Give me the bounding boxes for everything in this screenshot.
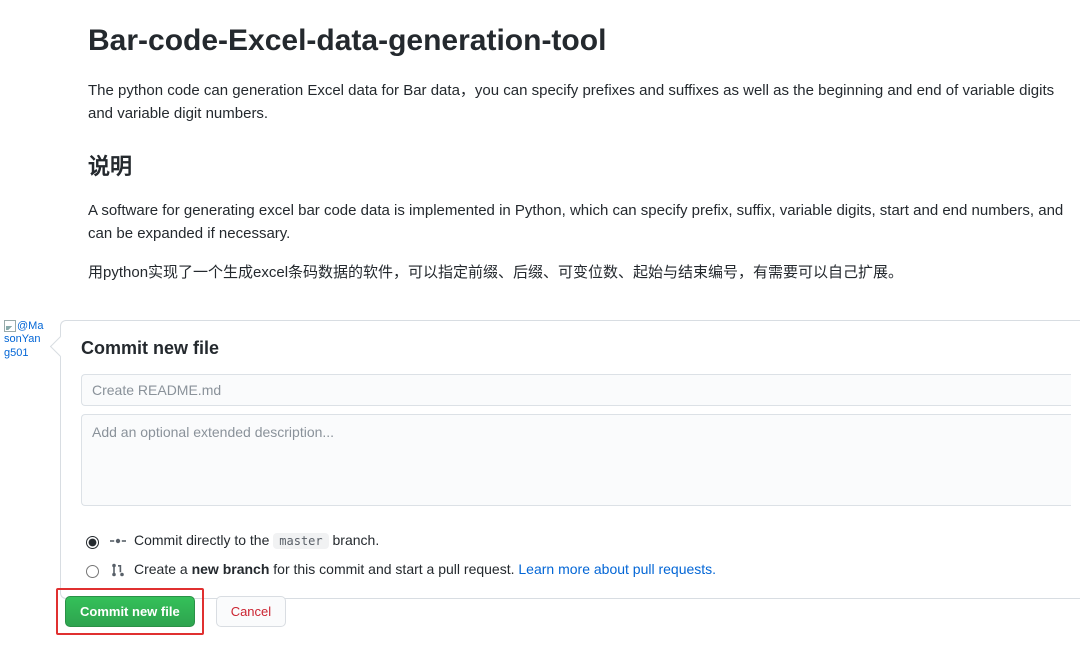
commit-description-input[interactable] — [81, 414, 1071, 506]
git-pull-request-icon — [110, 562, 126, 578]
commit-direct-label: Commit directly to the master branch. — [134, 530, 379, 551]
commit-form: Commit new file Commit directly to the m… — [60, 320, 1080, 599]
commit-heading: Commit new file — [81, 335, 1080, 362]
readme-title: Bar-code-Excel-data-generation-tool — [88, 18, 1070, 63]
commit-direct-option[interactable]: Commit directly to the master branch. — [81, 526, 1080, 555]
git-commit-icon — [110, 533, 126, 549]
avatar: @MasonYang501 — [4, 320, 46, 372]
commit-new-file-button[interactable]: Commit new file — [65, 596, 195, 627]
readme-heading-cn: 说明 — [88, 150, 1070, 183]
commit-direct-radio[interactable] — [86, 536, 99, 549]
branch-name-tag: master — [273, 533, 328, 549]
readme-intro: The python code can generation Excel dat… — [88, 79, 1070, 126]
highlight-annotation: Commit new file — [56, 588, 204, 635]
commit-newbranch-radio[interactable] — [86, 565, 99, 578]
cancel-button[interactable]: Cancel — [216, 596, 286, 627]
commit-summary-input[interactable] — [81, 374, 1071, 406]
readme-desc-cn: 用python实现了一个生成excel条码数据的软件，可以指定前缀、后缀、可变位… — [88, 261, 1070, 284]
readme-desc-en: A software for generating excel bar code… — [88, 199, 1070, 246]
commit-newbranch-option[interactable]: Create a new branch for this commit and … — [81, 555, 1080, 584]
learn-more-link[interactable]: Learn more about pull requests. — [518, 561, 716, 577]
commit-newbranch-label: Create a new branch for this commit and … — [134, 559, 716, 580]
